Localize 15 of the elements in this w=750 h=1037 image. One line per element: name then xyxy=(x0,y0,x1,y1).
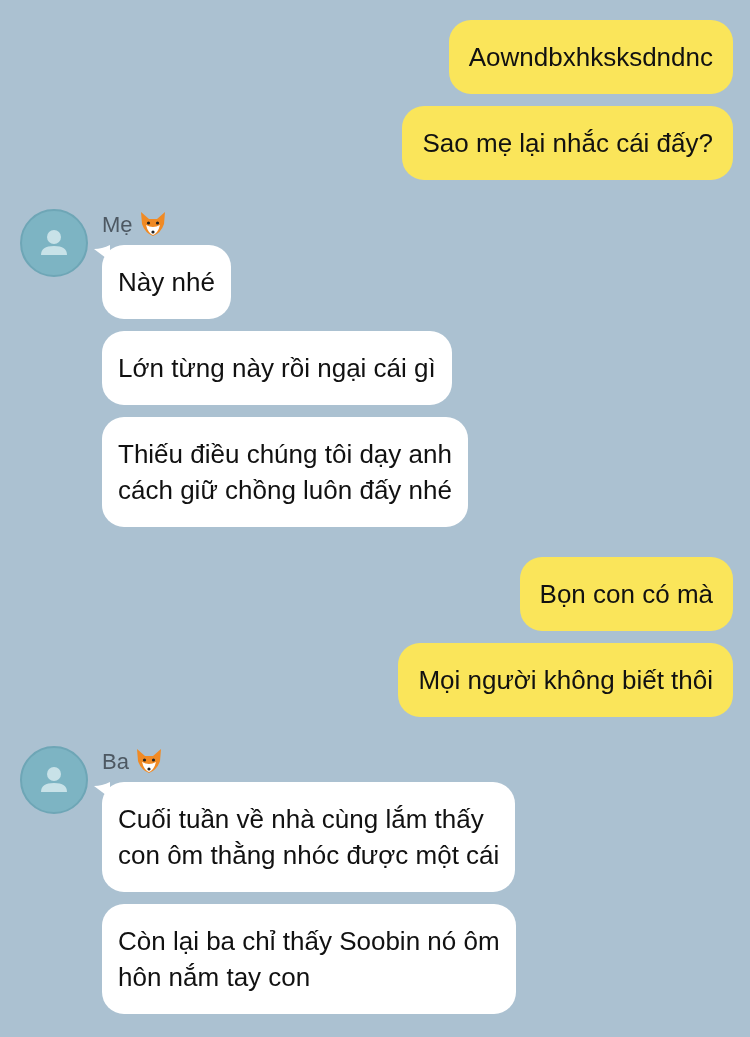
sender-name: Ba xyxy=(102,747,129,776)
sender-name: Mẹ xyxy=(102,210,133,239)
message-bubble: Aowndbxhksksdndnc xyxy=(448,20,733,94)
message-bubble: Thiếu điều chúng tôi dạy anh cách giữ chồng luôn đấy nhé xyxy=(102,417,468,527)
message-bubble: Cuối tuần về nhà cùng lắm thấy con ôm thằng nhóc được một cái xyxy=(102,782,516,892)
message-bubble: Còn lại ba chỉ thấy Soobin nó ôm hôn nắm tay con xyxy=(102,904,516,1014)
message-bubble: Lớn từng này rồi ngại cái gì xyxy=(102,331,452,405)
message-bubble: Này nhé xyxy=(102,245,231,319)
message-bubble: Sao mẹ lại nhắc cái đấy? xyxy=(402,106,733,180)
avatar-icon[interactable] xyxy=(20,209,88,277)
message-bubble: Mọi người không biết thôi xyxy=(398,643,733,717)
fox-icon xyxy=(134,748,163,774)
message-bubble: Bọn con có mà xyxy=(519,557,733,631)
fox-icon xyxy=(138,211,167,237)
avatar-icon[interactable] xyxy=(20,746,88,814)
